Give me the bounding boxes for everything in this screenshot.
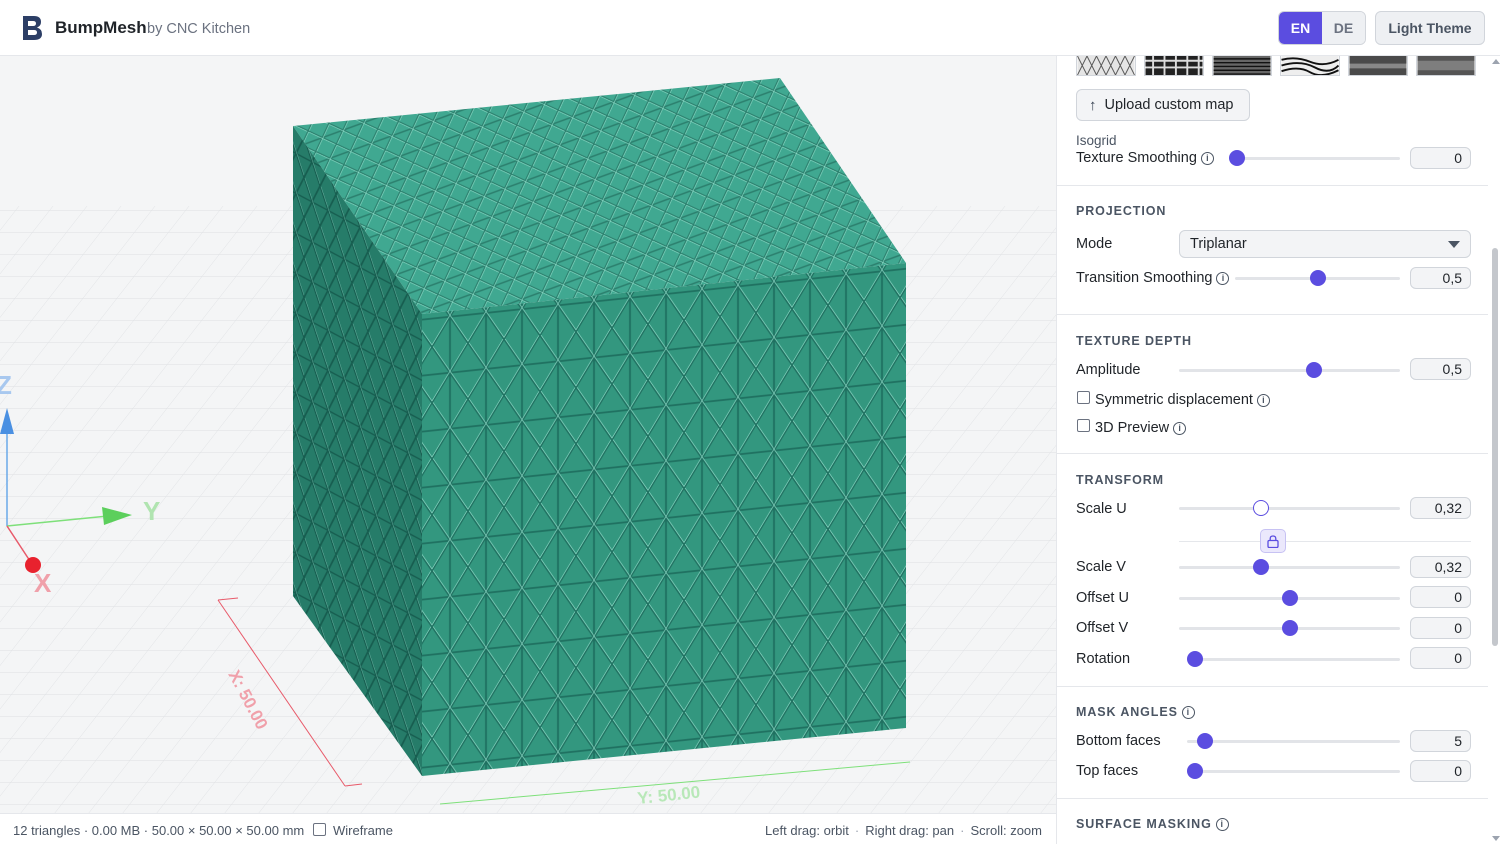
transform-section-title: TRANSFORM (1076, 473, 1164, 487)
offset-v-slider[interactable] (1179, 620, 1400, 636)
language-switch: EN DE (1278, 11, 1366, 45)
amplitude-label: Amplitude (1076, 362, 1141, 378)
texture-thumb-isogrid[interactable] (1076, 56, 1136, 76)
transition-smoothing-slider[interactable] (1235, 270, 1400, 286)
mask-angles-section-title: MASK ANGLES i (1076, 705, 1195, 719)
upload-label: Upload custom map (1104, 97, 1234, 113)
scroll-down-arrow-icon[interactable] (1492, 836, 1500, 841)
amplitude-value[interactable]: 0,5 (1410, 358, 1471, 380)
offset-u-slider[interactable] (1179, 590, 1400, 606)
scroll-up-arrow-icon[interactable] (1492, 59, 1500, 64)
cube-front-face (422, 263, 906, 776)
surface-masking-section-title: SURFACE MASKING i (1076, 817, 1229, 831)
3d-preview-checkbox[interactable] (1077, 419, 1090, 432)
projection-mode-value: Triplanar (1190, 236, 1247, 252)
section-divider (1057, 453, 1489, 454)
texture-depth-section-title: TEXTURE DEPTH (1076, 334, 1192, 348)
texture-smoothing-label: Texture Smoothing i (1076, 150, 1214, 166)
scale-u-value[interactable]: 0,32 (1410, 497, 1471, 519)
texture-thumb-leather[interactable] (1416, 56, 1476, 76)
scale-v-label: Scale V (1076, 559, 1126, 575)
arrow-up-icon: ↑ (1089, 96, 1097, 114)
transition-smoothing-label: Transition Smoothing i (1076, 270, 1230, 286)
top-faces-value[interactable]: 0 (1410, 760, 1471, 782)
offset-v-value[interactable]: 0 (1410, 617, 1471, 639)
scale-v-value[interactable]: 0,32 (1410, 556, 1471, 578)
hint-zoom: Scroll: zoom (970, 823, 1042, 838)
app-title: BumpMesh (55, 18, 147, 37)
rotation-slider[interactable] (1187, 651, 1400, 667)
texture-thumbnails (1076, 56, 1476, 76)
hint-pan: Right drag: pan (865, 823, 955, 838)
lang-en-button[interactable]: EN (1279, 12, 1322, 44)
amplitude-slider[interactable] (1179, 362, 1400, 378)
hint-separator: · (960, 823, 965, 838)
hint-separator: · (854, 823, 860, 838)
texture-thumb-knurl[interactable] (1212, 56, 1272, 76)
axis-x-label: X (34, 568, 52, 598)
settings-panel: ↑ Upload custom map Isogrid Texture Smoo… (1056, 56, 1500, 844)
texture-smoothing-slider[interactable] (1229, 150, 1400, 166)
axis-y-label: Y (143, 496, 160, 526)
bottom-faces-label: Bottom faces (1076, 733, 1161, 749)
info-icon[interactable]: i (1215, 818, 1229, 831)
3d-preview-label: 3D Preview i (1095, 420, 1187, 436)
texture-smoothing-value[interactable]: 0 (1410, 147, 1471, 169)
3d-viewport[interactable]: X: 50.00 Y: 50.00 Z Y X (0, 56, 1056, 813)
upload-custom-map-button[interactable]: ↑ Upload custom map (1076, 89, 1250, 121)
symmetric-displacement-checkbox[interactable] (1077, 391, 1090, 404)
scale-u-label: Scale U (1076, 501, 1127, 517)
selected-texture-name: Isogrid (1076, 133, 1117, 148)
section-divider (1057, 686, 1489, 687)
info-icon[interactable]: i (1200, 152, 1214, 165)
app-header: BumpMesh by CNC Kitchen EN DE Light Them… (0, 0, 1500, 56)
texture-thumb-stone[interactable] (1348, 56, 1408, 76)
mode-label: Mode (1076, 236, 1113, 252)
lock-icon (1267, 534, 1279, 548)
scale-v-slider[interactable] (1179, 559, 1400, 575)
info-icon[interactable]: i (1216, 272, 1230, 285)
wireframe-label: Wireframe (333, 823, 393, 838)
texture-thumb-wood[interactable] (1280, 56, 1340, 76)
theme-toggle-button[interactable]: Light Theme (1375, 11, 1485, 45)
panel-scroll-thumb[interactable] (1492, 248, 1498, 646)
wireframe-checkbox[interactable] (313, 823, 326, 836)
hint-orbit: Left drag: orbit (765, 823, 849, 838)
mesh-stats: 12 triangles · 0.00 MB · 50.00 × 50.00 ×… (13, 823, 305, 838)
scale-u-slider[interactable] (1179, 500, 1400, 516)
navigation-hints: Left drag: orbit · Right drag: pan · Scr… (765, 823, 1042, 838)
texture-thumb-weave[interactable] (1144, 56, 1204, 76)
top-faces-label: Top faces (1076, 763, 1139, 779)
viewport-canvas[interactable]: X: 50.00 Y: 50.00 Z Y X (0, 56, 1056, 813)
projection-mode-select[interactable]: Triplanar (1179, 230, 1471, 258)
offset-v-label: Offset V (1076, 620, 1129, 636)
chevron-down-icon (1448, 241, 1460, 248)
scale-lock-line (1179, 541, 1471, 542)
section-divider (1057, 314, 1489, 315)
symmetric-displacement-label: Symmetric displacement i (1095, 392, 1270, 408)
bottom-faces-slider[interactable] (1187, 733, 1400, 749)
offset-u-label: Offset U (1076, 590, 1129, 606)
rotation-label: Rotation (1076, 651, 1131, 667)
top-faces-slider[interactable] (1187, 763, 1400, 779)
bottom-faces-value[interactable]: 5 (1410, 730, 1471, 752)
axis-z-label: Z (0, 370, 12, 400)
offset-u-value[interactable]: 0 (1410, 586, 1471, 608)
info-icon[interactable]: i (1181, 706, 1195, 719)
projection-section-title: PROJECTION (1076, 204, 1167, 218)
info-icon[interactable]: i (1173, 422, 1187, 435)
bumpmesh-logo-icon (23, 16, 42, 40)
lang-de-button[interactable]: DE (1322, 12, 1365, 44)
rotation-value[interactable]: 0 (1410, 647, 1471, 669)
status-bar: 12 triangles · 0.00 MB · 50.00 × 50.00 ×… (0, 813, 1056, 844)
info-icon[interactable]: i (1256, 394, 1270, 407)
scale-lock-button[interactable] (1260, 529, 1286, 553)
transition-smoothing-value[interactable]: 0,5 (1410, 267, 1471, 289)
section-divider (1057, 798, 1489, 799)
section-divider (1057, 185, 1489, 186)
app-subtitle: by CNC Kitchen (147, 21, 251, 37)
